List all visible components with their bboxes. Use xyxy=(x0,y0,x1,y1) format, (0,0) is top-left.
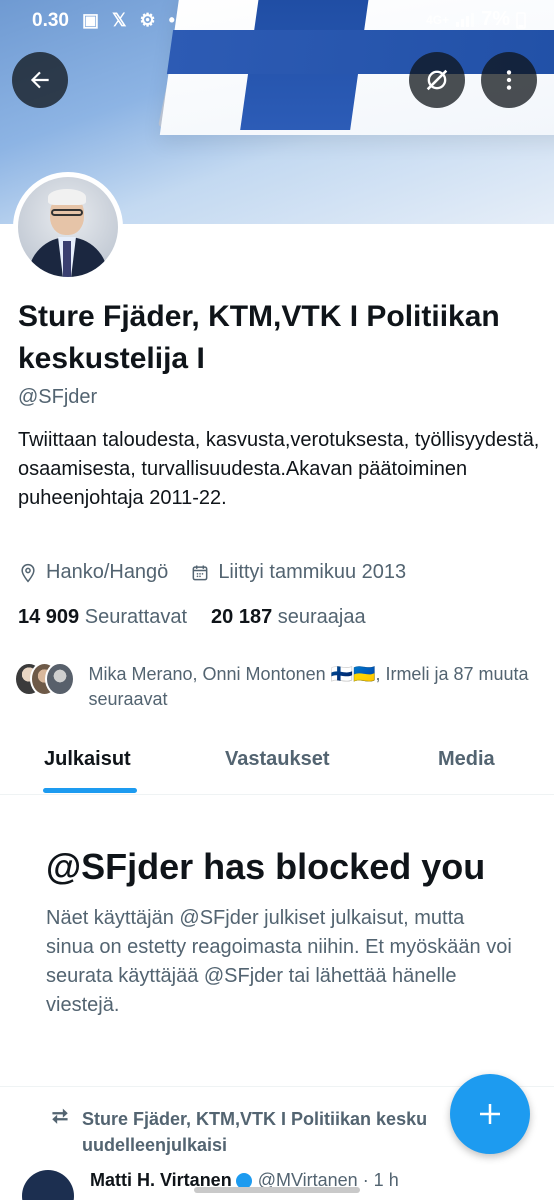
following-link[interactable]: 14 909 Seurattavat xyxy=(18,606,187,629)
signal-icon xyxy=(456,12,475,27)
followers-link[interactable]: 20 187 seuraajaa xyxy=(211,606,366,629)
back-button[interactable] xyxy=(12,52,68,108)
avatar-hair xyxy=(48,189,86,205)
notification-icons: ▣ 𝕏 ⚙ • xyxy=(82,10,179,30)
followers-count: 20 187 xyxy=(211,606,273,628)
tab-julkaisut[interactable]: Julkaisut xyxy=(44,748,131,771)
joined-date: Liittyi tammikuu 2013 xyxy=(190,561,406,584)
profile-tabs: Julkaisut Vastaukset Media xyxy=(0,730,554,795)
grok-button[interactable] xyxy=(409,52,465,108)
avatar-tie xyxy=(63,241,71,277)
home-indicator[interactable] xyxy=(194,1187,360,1193)
followed-by-row[interactable]: Mika Merano, Onni Montonen 🇫🇮🇺🇦, Irmeli … xyxy=(14,662,534,712)
post-header[interactable]: Matti H. Virtanen @MVirtanen · 1 h xyxy=(22,1166,542,1200)
repost-icon: ⮂ xyxy=(52,1106,68,1128)
repost-author: Sture Fjäder, KTM,VTK I Politiikan kesku xyxy=(82,1109,428,1129)
network-label: 4G+ xyxy=(426,12,450,27)
post-avatar[interactable] xyxy=(22,1170,74,1200)
calendar-icon xyxy=(192,565,208,580)
location: Hanko/Hangö xyxy=(18,561,168,584)
profile-bio: Twiittaan taloudesta, kasvusta,verotukse… xyxy=(18,429,540,509)
tab-media[interactable]: Media xyxy=(438,748,495,771)
battery-icon xyxy=(516,11,526,29)
follower-avatar xyxy=(45,662,75,696)
following-count: 14 909 xyxy=(18,606,80,628)
more-vertical-icon xyxy=(506,70,512,90)
followers-label: seuraajaa xyxy=(277,606,366,628)
location-text: Hanko/Hangö xyxy=(46,561,169,583)
plus-icon xyxy=(480,1104,500,1124)
profile-meta: Hanko/Hangö Liittyi tammikuu 2013 xyxy=(18,561,406,584)
follow-stats: 14 909 Seurattavat 20 187 seuraajaa xyxy=(18,606,366,629)
profile-handle: @SFjder xyxy=(18,386,98,408)
arrow-left-icon xyxy=(30,71,49,89)
blocked-description: Näet käyttäjän @SFjder julkiset julkaisu… xyxy=(46,907,512,1016)
followed-by-text: Mika Merano, Onni Montonen 🇫🇮🇺🇦, Irmeli … xyxy=(88,664,529,709)
more-button[interactable] xyxy=(481,52,537,108)
joined-text: Liittyi tammikuu 2013 xyxy=(218,561,407,583)
profile-name: Sture Fjäder, KTM,VTK I Politiikan kesku… xyxy=(18,300,500,375)
active-tab-indicator xyxy=(43,788,137,793)
status-bar: 0.30 ▣ 𝕏 ⚙ • 4G+ 7% xyxy=(0,0,554,42)
status-time: 0.30 xyxy=(32,10,69,31)
repost-indicator: ⮂ Sture Fjäder, KTM,VTK I Politiikan kes… xyxy=(52,1106,472,1158)
avatar-glasses xyxy=(51,209,83,216)
repost-label: uudelleenjulkaisi xyxy=(82,1135,228,1155)
blocked-title: @SFjder has blocked you xyxy=(46,846,486,887)
status-right: 4G+ 7% xyxy=(426,8,526,31)
battery-percent: 7% xyxy=(481,8,510,30)
compose-button[interactable] xyxy=(450,1074,530,1154)
profile-avatar[interactable] xyxy=(13,172,123,282)
avatar-photo xyxy=(18,177,118,277)
tab-vastaukset[interactable]: Vastaukset xyxy=(225,748,330,771)
location-pin-icon xyxy=(21,563,35,582)
grok-icon xyxy=(426,69,448,91)
following-label: Seurattavat xyxy=(84,606,188,628)
